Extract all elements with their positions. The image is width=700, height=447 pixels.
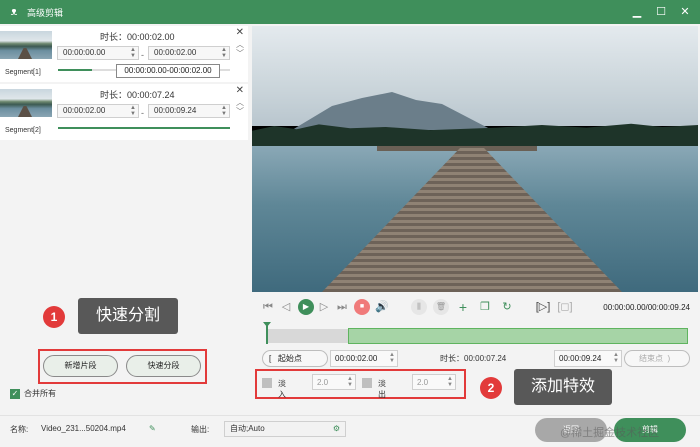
remove-segment-icon[interactable]: ✕ — [236, 27, 244, 38]
window-title: 高级剪辑 — [27, 7, 64, 18]
segment-duration: 时长：00:00:02.00 — [100, 32, 175, 42]
volume-icon[interactable]: 🔊 — [374, 299, 390, 315]
callout-badge-1: 1 — [43, 306, 65, 328]
move-down-icon[interactable]: ﹀ — [236, 106, 244, 117]
next-icon[interactable]: ⏭ — [334, 299, 350, 315]
playhead[interactable] — [263, 322, 271, 344]
segment-progress — [58, 127, 230, 129]
segment-end-field[interactable]: 00:00:09.24 ▲ ▼ — [148, 104, 230, 118]
fade-in-checkbox[interactable] — [262, 378, 272, 388]
file-name: Video_231...50204.mp4 — [41, 424, 126, 433]
segment-end-field[interactable]: 00:00:02.00 ▲ ▼ — [148, 46, 230, 60]
range-dash: - — [141, 108, 144, 118]
segment-duration: 时长：00:00:07.24 — [100, 90, 175, 100]
maximize-icon[interactable]: ☐ — [650, 0, 672, 24]
bracket-icon: [ — [269, 354, 274, 363]
delete-icon[interactable]: 🗑 — [433, 299, 449, 315]
watermark: @稀土掘金技术社区 — [560, 427, 660, 439]
name-label: 名称: — [10, 425, 29, 434]
callout-badge-2: 2 — [480, 377, 502, 399]
spin-icon[interactable]: ▲ ▼ — [130, 47, 136, 59]
output-select[interactable]: 自动;Auto ⚙ — [224, 421, 346, 437]
new-segment-button[interactable]: 新增片段 — [43, 355, 118, 377]
play-icon[interactable]: ▶ — [298, 299, 314, 315]
fade-in-field[interactable]: 2.0 ▲ ▼ — [312, 374, 356, 390]
set-start-button[interactable]: [ 起始点 — [262, 350, 328, 367]
segment-thumbnail — [0, 31, 52, 59]
spin-icon[interactable]: ▲ ▼ — [389, 352, 395, 364]
spin-icon[interactable]: ▲ ▼ — [130, 105, 136, 117]
timeline[interactable] — [252, 322, 698, 348]
callout-add-effects: 添加特效 — [514, 369, 612, 405]
spin-icon[interactable]: ▲ ▼ — [221, 47, 227, 59]
spin-icon[interactable]: ▲ ▼ — [347, 376, 353, 388]
fade-out-label: 淡出 — [378, 379, 386, 399]
forward-icon[interactable]: ▷ — [316, 299, 332, 315]
minimize-icon[interactable]: ▁ — [626, 0, 648, 24]
timeline-selection[interactable] — [348, 328, 688, 344]
spin-icon[interactable]: ▲ ▼ — [221, 105, 227, 117]
bracket-icon: ) — [667, 354, 671, 363]
video-preview[interactable] — [252, 26, 698, 292]
copy-icon[interactable]: ❐ — [477, 299, 493, 315]
range-dash: - — [141, 50, 144, 60]
title-bar: ᴥ 高级剪辑 — [0, 0, 700, 24]
stop-icon[interactable]: ■ — [354, 299, 370, 315]
rabbit-logo-icon: ᴥ — [10, 6, 18, 18]
cut-mode-icon[interactable]: [▷] — [535, 299, 551, 315]
cut-start-field[interactable]: 00:00:02.00 ▲ ▼ — [330, 350, 398, 367]
remove-segment-icon[interactable]: ✕ — [236, 85, 244, 96]
fade-out-field[interactable]: 2.0 ▲ ▼ — [412, 374, 456, 390]
segment-start-field[interactable]: 00:00:00.00 ▲ ▼ — [57, 46, 139, 60]
add-icon[interactable]: + — [455, 299, 471, 315]
edit-icon[interactable]: ✎ — [149, 424, 156, 433]
segment-thumbnail — [0, 89, 52, 117]
split-icon[interactable]: ⫼ — [411, 299, 427, 315]
timecode: 00:00:00.00/00:00:09.24 — [603, 303, 690, 312]
back-icon[interactable]: ◁ — [278, 299, 294, 315]
output-label: 输出: — [191, 425, 210, 434]
segment-name: Segment[1] — [5, 69, 41, 76]
prev-icon[interactable]: ⏮ — [260, 299, 276, 315]
settings-icon[interactable]: ⚙ — [333, 422, 340, 436]
quick-split-button[interactable]: 快速分段 — [126, 355, 201, 377]
fit-icon[interactable]: [◻] — [557, 299, 573, 315]
set-end-button[interactable]: 结束点 ) — [624, 350, 690, 367]
segment-start-field[interactable]: 00:00:02.00 ▲ ▼ — [57, 104, 139, 118]
fade-out-checkbox[interactable] — [362, 378, 372, 388]
segment-card[interactable]: Segment[2] 时长：00:00:07.24 00:00:02.00 ▲ ▼ … — [0, 84, 248, 140]
merge-all-label: 合并所有 — [24, 389, 56, 398]
cut-end-field[interactable]: 00:00:09.24 ▲ ▼ — [554, 350, 622, 367]
cut-controls: [ 起始点 00:00:02.00 ▲ ▼ 时长：00:00:07.24 00:00… — [262, 350, 692, 367]
spin-icon[interactable]: ▲ ▼ — [447, 376, 453, 388]
checkbox-checked-icon[interactable]: ✓ — [10, 388, 20, 399]
close-icon[interactable]: ✕ — [674, 0, 696, 24]
reset-icon[interactable]: ↻ — [499, 299, 515, 315]
player-controls: ⏮ ◁ ▶ ▷ ⏭ ■ 🔊 ⫼ 🗑 + ❐ ↻ [▷] [◻] 00:00:00… — [252, 292, 698, 322]
cut-duration: 时长：00:00:07.24 — [440, 354, 507, 363]
segment-tooltip: 00:00:00.00-00:00:02.00 — [116, 64, 220, 78]
spin-icon[interactable]: ▲ ▼ — [613, 352, 619, 364]
move-down-icon[interactable]: ﹀ — [236, 48, 244, 59]
segment-name: Segment[2] — [5, 127, 41, 134]
callout-quick-split: 快速分割 — [78, 298, 178, 334]
merge-all-checkbox[interactable]: ✓ 合并所有 — [10, 388, 56, 399]
fade-in-label: 淡入 — [278, 379, 286, 399]
